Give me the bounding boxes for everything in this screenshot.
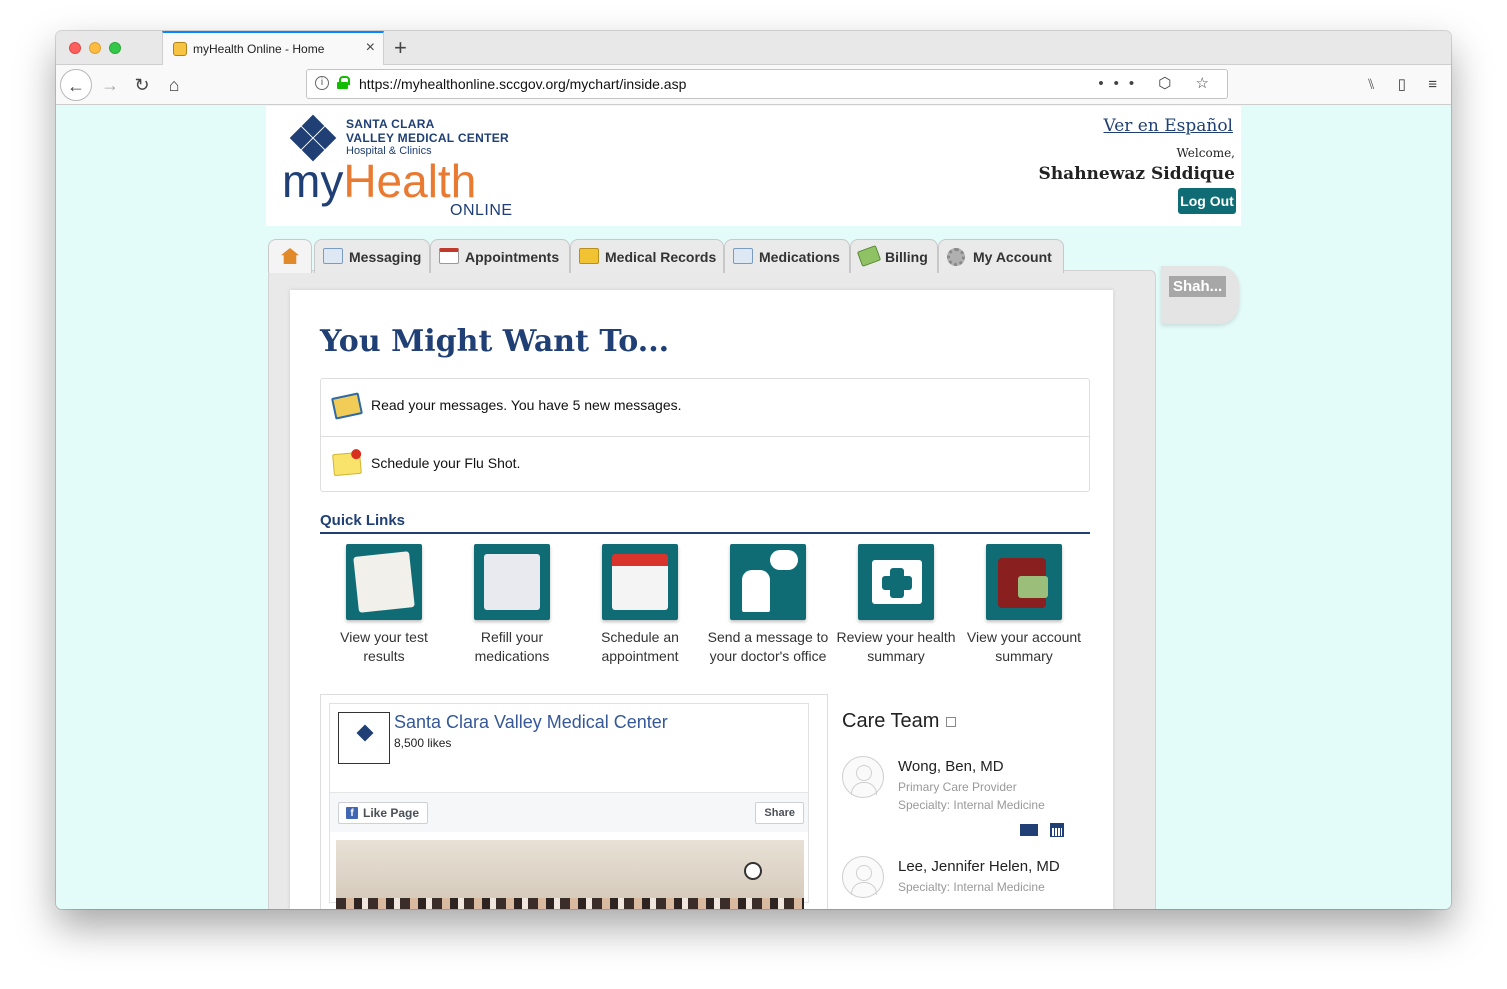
- tab-billing[interactable]: Billing: [850, 239, 938, 273]
- page-title: You Might Want To...: [320, 324, 670, 359]
- facebook-cover-photo[interactable]: [336, 840, 804, 909]
- care-team-member: Wong, Ben, MD Primary Care Provider Spec…: [842, 756, 1072, 846]
- user-name: Shahnewaz Siddique: [1038, 164, 1235, 184]
- proxy-label[interactable]: Shah...: [1169, 276, 1227, 297]
- page-actions-icons[interactable]: ••• ⬡ ☆: [1098, 74, 1219, 92]
- folder-icon: [579, 248, 599, 264]
- tab-title: myHealth Online - Home: [193, 42, 325, 56]
- envelope-icon: [331, 392, 363, 420]
- main-tabs: Messaging Appointments Medical Records M…: [268, 231, 1158, 273]
- tab-messaging[interactable]: Messaging: [314, 239, 430, 273]
- gear-icon: [947, 248, 965, 266]
- facebook-card: Santa Clara Valley Medical Center 8,500 …: [329, 703, 809, 909]
- main-panel: You Might Want To... Read your messages.…: [290, 290, 1113, 909]
- provider-role: Primary Care Provider: [898, 780, 1017, 794]
- titlebar: myHealth Online - Home × +: [56, 31, 1451, 66]
- calendar-icon[interactable]: [602, 544, 678, 620]
- toolbar-icons: ⑊ ▯ ≡: [1349, 75, 1437, 93]
- doctor-message-icon[interactable]: [730, 544, 806, 620]
- quick-links-title: Quick Links: [320, 512, 406, 529]
- back-button[interactable]: ←: [60, 69, 92, 101]
- wallet-icon[interactable]: [986, 544, 1062, 620]
- divider: [320, 532, 1090, 534]
- share-button[interactable]: Share: [755, 802, 804, 824]
- quick-link-health-summary[interactable]: Review your health summary: [832, 544, 960, 666]
- money-icon: [856, 245, 882, 267]
- calendar-icon: [439, 248, 459, 264]
- envelope-icon: [733, 248, 753, 264]
- menu-icon[interactable]: ≡: [1428, 76, 1437, 93]
- url-text[interactable]: https://myhealthonline.sccgov.org/mychar…: [359, 76, 686, 92]
- facebook-actions: Like Page Share: [330, 792, 808, 832]
- prescription-icon[interactable]: [474, 544, 550, 620]
- provider-name[interactable]: Lee, Jennifer Helen, MD: [898, 858, 1060, 875]
- reload-button[interactable]: ↻: [126, 69, 158, 101]
- new-tab-button[interactable]: +: [394, 35, 407, 61]
- tab-medications[interactable]: Medications: [724, 239, 850, 273]
- welcome-text: Welcome,: [1176, 146, 1235, 160]
- home-icon: [281, 248, 299, 264]
- provider-specialty: Specialty: Internal Medicine: [898, 880, 1045, 894]
- envelope-icon: [323, 248, 343, 264]
- forward-button[interactable]: →: [94, 69, 126, 101]
- lock-icon: [337, 76, 350, 89]
- close-tab-icon[interactable]: ×: [366, 39, 375, 57]
- suggestion-text[interactable]: Schedule your Flu Shot.: [371, 455, 520, 471]
- mail-icon[interactable]: [1020, 824, 1038, 836]
- sticky-note-icon: [332, 451, 362, 477]
- minimize-window-button[interactable]: [89, 42, 101, 54]
- facebook-widget: Santa Clara Valley Medical Center 8,500 …: [320, 694, 828, 909]
- close-window-button[interactable]: [69, 42, 81, 54]
- tab-appointments[interactable]: Appointments: [430, 239, 570, 273]
- quick-link-test-results[interactable]: View your test results: [320, 544, 448, 666]
- clock-icon: [744, 862, 762, 880]
- health-folder-icon[interactable]: [858, 544, 934, 620]
- brand-online: ONLINE: [450, 202, 513, 219]
- facebook-page-name[interactable]: Santa Clara Valley Medical Center: [394, 712, 668, 733]
- quick-link-schedule[interactable]: Schedule an appointment: [576, 544, 704, 666]
- provider-name[interactable]: Wong, Ben, MD: [898, 758, 1004, 775]
- facebook-likes: 8,500 likes: [394, 736, 452, 750]
- site-header: SANTA CLARA VALLEY MEDICAL CENTER Hospit…: [266, 106, 1241, 226]
- browser-tab[interactable]: myHealth Online - Home ×: [162, 31, 384, 66]
- quick-link-account-summary[interactable]: View your account summary: [960, 544, 1088, 666]
- sidebar-icon[interactable]: ▯: [1398, 76, 1406, 93]
- provider-specialty: Specialty: Internal Medicine: [898, 798, 1045, 812]
- navigation-bar: ← → ↻ ⌂ i https://myhealthonline.sccgov.…: [56, 65, 1451, 105]
- care-team-title[interactable]: Care Team: [842, 710, 939, 733]
- quick-link-message-doctor[interactable]: Send a message to your doctor's office: [704, 544, 832, 666]
- suggestion-messages[interactable]: Read your messages. You have 5 new messa…: [321, 379, 1089, 436]
- spanish-link[interactable]: Ver en Español: [1104, 116, 1234, 136]
- url-bar[interactable]: i https://myhealthonline.sccgov.org/mych…: [306, 69, 1228, 99]
- tab-my-account[interactable]: My Account: [938, 239, 1064, 273]
- tab-medical-records[interactable]: Medical Records: [570, 239, 724, 273]
- org-name-line2: VALLEY MEDICAL CENTER: [346, 131, 509, 145]
- browser-window: myHealth Online - Home × + ← → ↻ ⌂ i htt…: [56, 31, 1451, 909]
- suggestions-box: Read your messages. You have 5 new messa…: [320, 378, 1090, 492]
- care-team-member: Lee, Jennifer Helen, MD Specialty: Inter…: [842, 856, 1072, 909]
- page-content: SANTA CLARA VALLEY MEDICAL CENTER Hospit…: [56, 106, 1451, 909]
- info-icon[interactable]: i: [315, 76, 329, 90]
- tab-home[interactable]: [268, 239, 312, 273]
- library-icon[interactable]: ⑊: [1367, 76, 1376, 93]
- quick-link-refill[interactable]: Refill your medications: [448, 544, 576, 666]
- logout-button[interactable]: Log Out: [1178, 188, 1236, 214]
- favicon-icon: [173, 42, 187, 56]
- suggestion-flu-shot[interactable]: Schedule your Flu Shot.: [321, 436, 1089, 493]
- brand-logo: myHealth: [282, 155, 477, 207]
- org-name-line1: SANTA CLARA: [346, 117, 435, 131]
- maximize-window-button[interactable]: [109, 42, 121, 54]
- suggestion-text[interactable]: Read your messages. You have 5 new messa…: [371, 397, 682, 413]
- avatar: [842, 756, 884, 798]
- home-button[interactable]: ⌂: [158, 69, 190, 101]
- like-page-button[interactable]: Like Page: [338, 802, 429, 824]
- facebook-page-thumbnail[interactable]: [338, 712, 390, 764]
- avatar: [842, 856, 884, 898]
- test-results-icon[interactable]: [346, 544, 422, 620]
- popout-icon[interactable]: [946, 717, 956, 727]
- calendar-icon[interactable]: [1050, 823, 1064, 837]
